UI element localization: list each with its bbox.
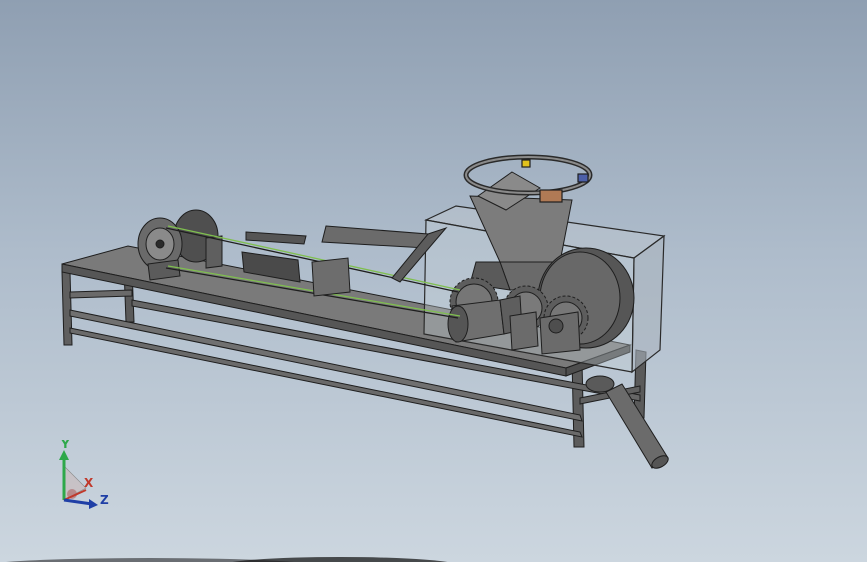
coordinate-triad: Y X Z <box>59 440 109 509</box>
x-axis-label: X <box>84 476 94 490</box>
z-axis-arrow-icon <box>89 499 98 509</box>
bearing-blocks <box>509 311 581 355</box>
machine-assembly-model[interactable] <box>0 0 867 562</box>
z-axis-line <box>63 498 93 506</box>
cad-viewport[interactable]: Y X Z <box>0 0 867 562</box>
floor-shadow <box>6 557 448 562</box>
y-axis-label: Y <box>60 440 70 451</box>
z-axis-label: Z <box>100 493 109 507</box>
y-axis-arrow-icon <box>59 450 69 460</box>
